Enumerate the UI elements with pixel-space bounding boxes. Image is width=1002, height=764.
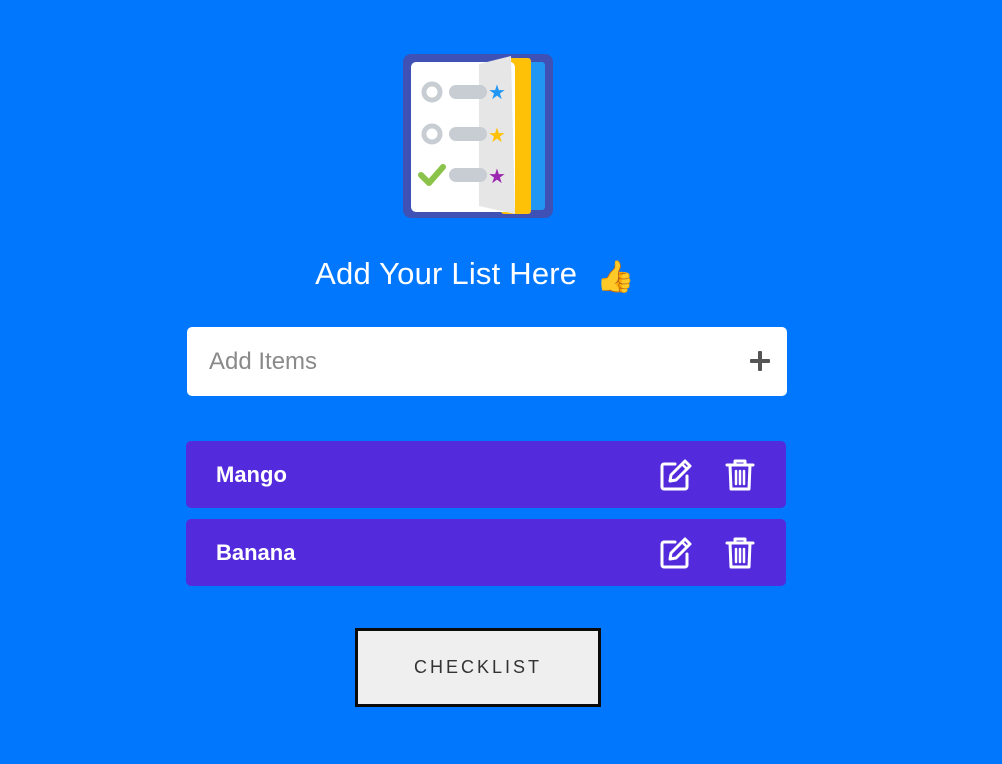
list-item: Banana	[186, 519, 786, 586]
list-item-label: Banana	[216, 540, 296, 565]
checklist-button[interactable]: CHECKLIST	[355, 628, 601, 707]
list-item-label: Mango	[216, 462, 287, 487]
page-title: Add Your List Here	[315, 256, 578, 291]
page: ★ ★ ★ Add Your List Here 👍 Mango	[0, 0, 1002, 764]
page-heading: Add Your List Here 👍	[0, 256, 950, 295]
svg-text:★: ★	[488, 80, 506, 104]
thumbs-up-icon: 👍	[596, 259, 635, 294]
add-item-form	[187, 327, 787, 396]
add-item-input[interactable]	[187, 327, 727, 396]
edit-icon[interactable]	[659, 536, 693, 570]
svg-text:★: ★	[488, 164, 506, 188]
trash-icon[interactable]	[725, 536, 755, 570]
checklist-logo-icon: ★ ★ ★	[403, 54, 553, 218]
edit-icon[interactable]	[659, 458, 693, 492]
trash-icon[interactable]	[725, 458, 755, 492]
list-item: Mango	[186, 441, 786, 508]
svg-text:★: ★	[488, 123, 506, 147]
plus-icon[interactable]	[749, 350, 771, 372]
